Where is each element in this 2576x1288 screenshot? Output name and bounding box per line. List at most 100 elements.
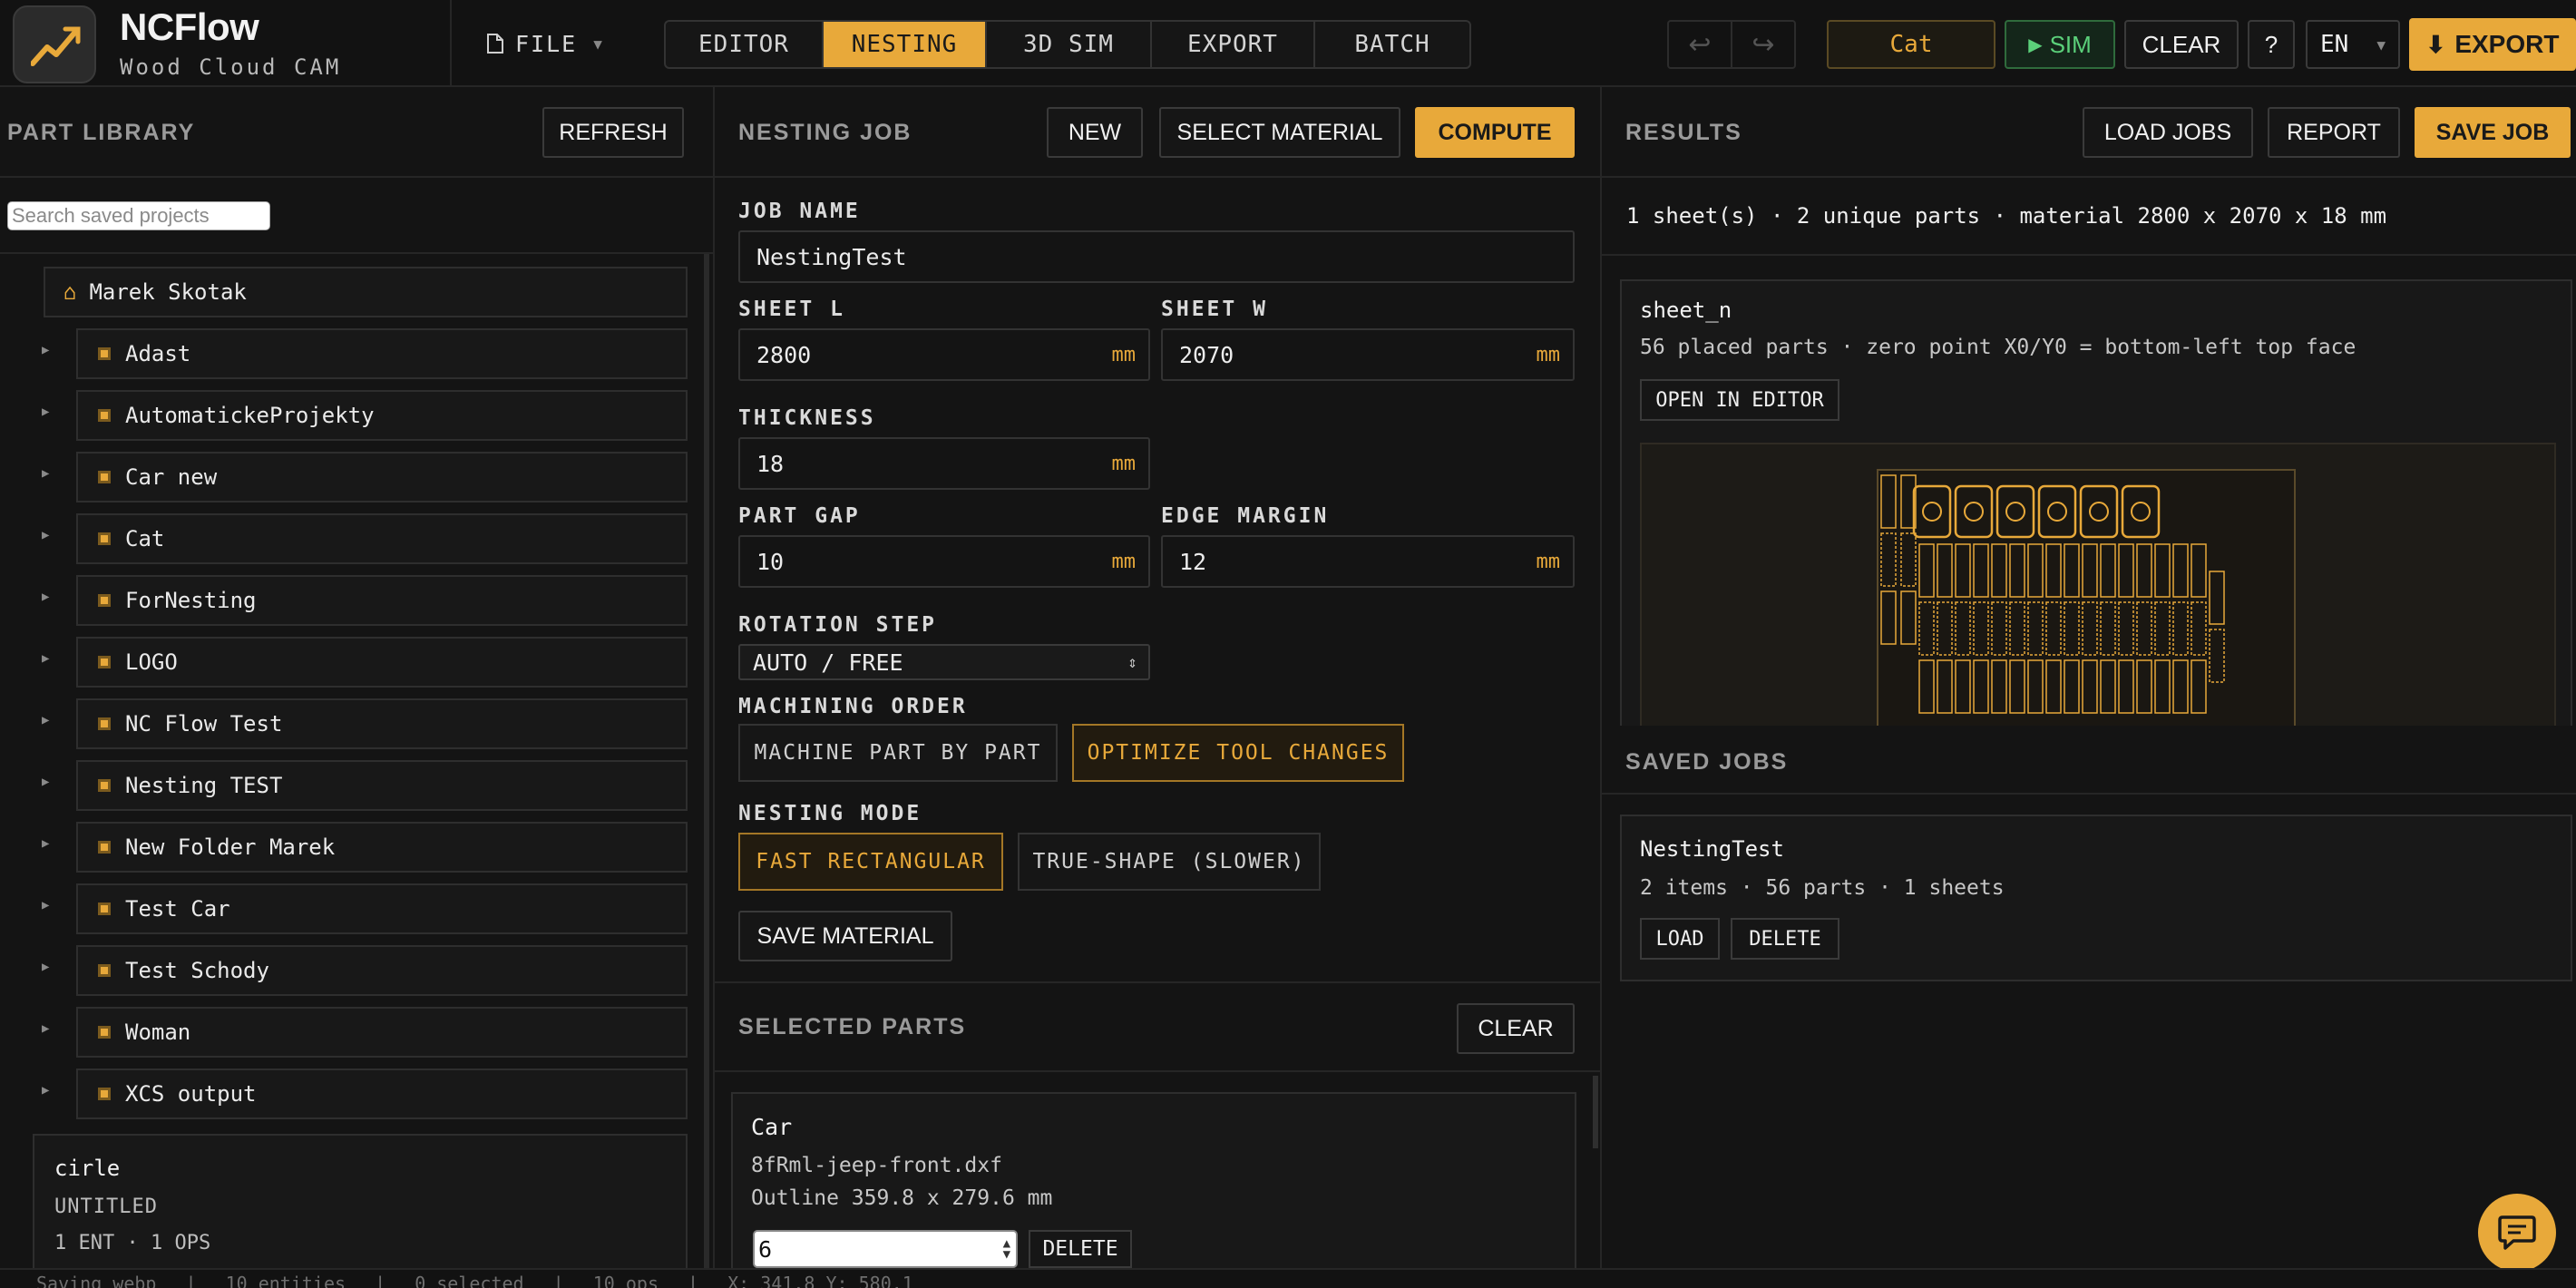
job-name-input[interactable]: NestingTest: [738, 230, 1575, 283]
sheet-width-input[interactable]: 2070 mm: [1161, 328, 1575, 381]
folder-item[interactable]: XCS output: [76, 1068, 688, 1119]
expand-arrow-icon[interactable]: ▶: [42, 713, 49, 727]
saved-job-meta: 2 items · 56 parts · 1 sheets: [1640, 876, 2005, 900]
rotation-step-value: AUTO / FREE: [753, 649, 903, 676]
load-jobs-button[interactable]: LOAD JOBS: [2083, 107, 2253, 158]
expand-arrow-icon[interactable]: ▶: [42, 775, 49, 789]
nesting-option-fast-rectangular[interactable]: FAST RECTANGULAR: [738, 833, 1003, 891]
clear-button[interactable]: CLEAR: [2124, 20, 2239, 69]
tab-3d-sim[interactable]: 3D SIM: [987, 22, 1152, 67]
library-scrollbar[interactable]: [704, 254, 709, 1270]
status-bar: Saving webp | 10 entities | 0 selected |…: [0, 1268, 2576, 1288]
compute-button[interactable]: COMPUTE: [1415, 107, 1575, 158]
expand-arrow-icon[interactable]: ▶: [42, 590, 49, 604]
load-job-button[interactable]: LOAD: [1640, 918, 1720, 960]
part-outline: Outline 359.8 x 279.6 mm: [751, 1186, 1053, 1210]
machining-option-part-by-part[interactable]: MACHINE PART BY PART: [738, 724, 1058, 782]
expand-arrow-icon[interactable]: ▶: [42, 836, 49, 851]
folder-item[interactable]: Cat: [76, 513, 688, 564]
thickness-input[interactable]: 18 mm: [738, 437, 1150, 490]
expand-arrow-icon[interactable]: ▶: [42, 528, 49, 542]
caret-down-icon: ▼: [593, 34, 604, 53]
expand-arrow-icon[interactable]: ▶: [42, 405, 49, 419]
expand-arrow-icon[interactable]: ▶: [42, 960, 49, 974]
mode-tabs: EDITOR NESTING 3D SIM EXPORT BATCH: [664, 20, 1471, 69]
sheet-preview[interactable]: [1640, 443, 2556, 727]
part-gap-input[interactable]: 10 mm: [738, 535, 1150, 588]
sheet-name: sheet_n: [1640, 298, 1732, 323]
delete-job-button[interactable]: DELETE: [1731, 918, 1839, 960]
edge-margin-input[interactable]: 12 mm: [1161, 535, 1575, 588]
chat-bubble-icon[interactable]: [2478, 1194, 2556, 1272]
folder-item[interactable]: LOGO: [76, 637, 688, 688]
folder-item[interactable]: New Folder Marek: [76, 822, 688, 873]
folder-label: LOGO: [125, 649, 178, 675]
folder-item[interactable]: Car new: [76, 452, 688, 503]
expand-arrow-icon[interactable]: ▶: [42, 343, 49, 357]
folder-item[interactable]: Test Car: [76, 883, 688, 934]
undo-icon[interactable]: ↩: [1669, 22, 1732, 67]
folder-item[interactable]: NC Flow Test: [76, 698, 688, 749]
library-header: PART LIBRARY REFRESH: [0, 89, 713, 178]
machining-option-optimize-tools[interactable]: OPTIMIZE TOOL CHANGES: [1072, 724, 1404, 782]
open-in-editor-button[interactable]: OPEN IN EDITOR: [1640, 379, 1839, 421]
save-material-button[interactable]: SAVE MATERIAL: [738, 911, 952, 961]
tab-editor[interactable]: EDITOR: [666, 22, 824, 67]
select-material-button[interactable]: SELECT MATERIAL: [1159, 107, 1400, 158]
delete-part-button[interactable]: DELETE: [1029, 1230, 1132, 1268]
redo-icon[interactable]: ↪: [1732, 22, 1794, 67]
help-button[interactable]: ?: [2248, 20, 2295, 69]
tree-root[interactable]: ⌂ Marek Skotak: [44, 267, 688, 317]
nesting-option-true-shape[interactable]: TRUE-SHAPE (SLOWER): [1018, 833, 1321, 891]
expand-arrow-icon[interactable]: ▶: [42, 1021, 49, 1036]
folder-icon: [98, 964, 111, 977]
play-icon: ▶: [2028, 34, 2043, 55]
export-button[interactable]: ⬇ EXPORT: [2409, 18, 2576, 71]
current-project-field[interactable]: Cat: [1827, 20, 1995, 69]
divider: |: [552, 1273, 564, 1288]
rotation-step-select[interactable]: AUTO / FREE ⇕: [738, 644, 1150, 680]
language-select[interactable]: EN ▼: [2306, 20, 2400, 69]
folder-item[interactable]: Woman: [76, 1007, 688, 1058]
expand-arrow-icon[interactable]: ▶: [42, 898, 49, 912]
folder-item[interactable]: Test Schody: [76, 945, 688, 996]
tab-nesting[interactable]: NESTING: [824, 22, 987, 67]
report-button[interactable]: REPORT: [2268, 107, 2400, 158]
tab-batch[interactable]: BATCH: [1315, 22, 1469, 67]
project-status: UNTITLED: [54, 1195, 158, 1218]
folder-item[interactable]: ForNesting: [76, 575, 688, 626]
sheet-length-input[interactable]: 2800 mm: [738, 328, 1150, 381]
folder-item[interactable]: Nesting TEST: [76, 760, 688, 811]
machining-order-label: MACHINING ORDER: [738, 695, 968, 718]
unit-label: mm: [1536, 343, 1561, 366]
sim-button[interactable]: ▶ SIM: [2005, 20, 2115, 69]
file-icon: [487, 34, 503, 54]
new-job-button[interactable]: NEW: [1047, 107, 1143, 158]
file-menu[interactable]: FILE ▼: [486, 24, 604, 63]
folder-item[interactable]: AutomatickeProjekty: [76, 390, 688, 441]
folder-item[interactable]: Adast: [76, 328, 688, 379]
clear-parts-button[interactable]: CLEAR: [1457, 1003, 1575, 1054]
tree-root-label: Marek Skotak: [89, 279, 247, 305]
saved-job-card: NestingTest 2 items · 56 parts · 1 sheet…: [1620, 815, 2572, 981]
refresh-button[interactable]: REFRESH: [542, 107, 684, 158]
expand-arrow-icon[interactable]: ▶: [42, 651, 49, 666]
folder-label: NC Flow Test: [125, 711, 283, 737]
expand-arrow-icon[interactable]: ▶: [42, 466, 49, 481]
expand-arrow-icon[interactable]: ▶: [42, 1083, 49, 1098]
quantity-stepper[interactable]: 6 ▲ ▼: [753, 1230, 1018, 1268]
folder-icon: [98, 717, 111, 730]
status-item: 0 selected: [415, 1273, 524, 1288]
divider: |: [375, 1273, 386, 1288]
tab-export[interactable]: EXPORT: [1152, 22, 1315, 67]
parts-scrollbar[interactable]: [1593, 1076, 1598, 1148]
project-card[interactable]: cirle UNTITLED 1 ENT · 1 OPS: [33, 1134, 688, 1279]
spinner-arrows-icon[interactable]: ▲ ▼: [1003, 1237, 1010, 1261]
thickness-value: 18: [756, 450, 785, 477]
unit-label: mm: [1536, 550, 1561, 573]
top-bar: NCFlow Wood Cloud CAM FILE ▼ EDITOR NEST…: [0, 0, 2576, 87]
search-input[interactable]: Search saved projects: [7, 201, 270, 230]
job-title: NESTING JOB: [738, 120, 912, 145]
save-job-button[interactable]: SAVE JOB: [2415, 107, 2571, 158]
part-file: 8fRml-jeep-front.dxf: [751, 1154, 1002, 1177]
